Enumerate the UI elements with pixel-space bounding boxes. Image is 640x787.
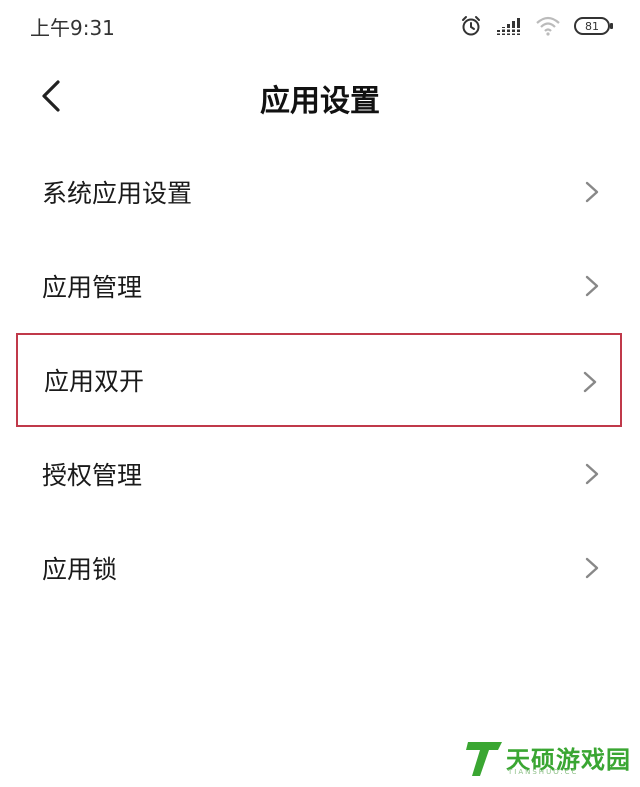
menu-item-system-app-settings[interactable]: 系统应用设置	[0, 145, 640, 239]
alarm-icon	[460, 15, 482, 37]
chevron-right-icon	[585, 557, 599, 579]
status-icons: 81	[460, 14, 613, 38]
chevron-right-icon	[585, 275, 599, 297]
menu-item-label: 授权管理	[42, 461, 143, 490]
menu-item-label: 系统应用设置	[42, 179, 193, 208]
battery-icon: 81	[574, 17, 613, 35]
page-title: 应用设置	[260, 84, 380, 119]
header: 应用设置	[0, 62, 640, 132]
watermark-logo-icon	[466, 742, 502, 776]
menu-item-app-management[interactable]: 应用管理	[0, 239, 640, 333]
menu-item-app-lock[interactable]: 应用锁	[0, 521, 640, 615]
menu-item-dual-apps[interactable]: 应用双开	[16, 333, 622, 427]
menu-item-label: 应用管理	[42, 273, 143, 302]
chevron-right-icon	[585, 181, 599, 203]
status-bar: 上午9:31 81	[0, 0, 640, 52]
menu-item-label: 应用锁	[42, 555, 118, 584]
chevron-right-icon	[585, 463, 599, 485]
signal-icon	[496, 16, 522, 36]
menu-item-label: 应用双开	[44, 367, 145, 396]
status-time: 上午9:31	[30, 16, 115, 40]
battery-level: 81	[585, 19, 599, 33]
watermark-subtext: TIANSHUO.CC	[508, 768, 579, 776]
watermark: 天硕游戏园 TIANSHUO.CC	[466, 736, 630, 782]
menu-item-permissions[interactable]: 授权管理	[0, 427, 640, 521]
chevron-right-icon	[583, 371, 597, 393]
wifi-icon	[536, 16, 560, 36]
settings-list: 系统应用设置 应用管理 应用双开 授权管理 应用锁	[0, 145, 640, 615]
